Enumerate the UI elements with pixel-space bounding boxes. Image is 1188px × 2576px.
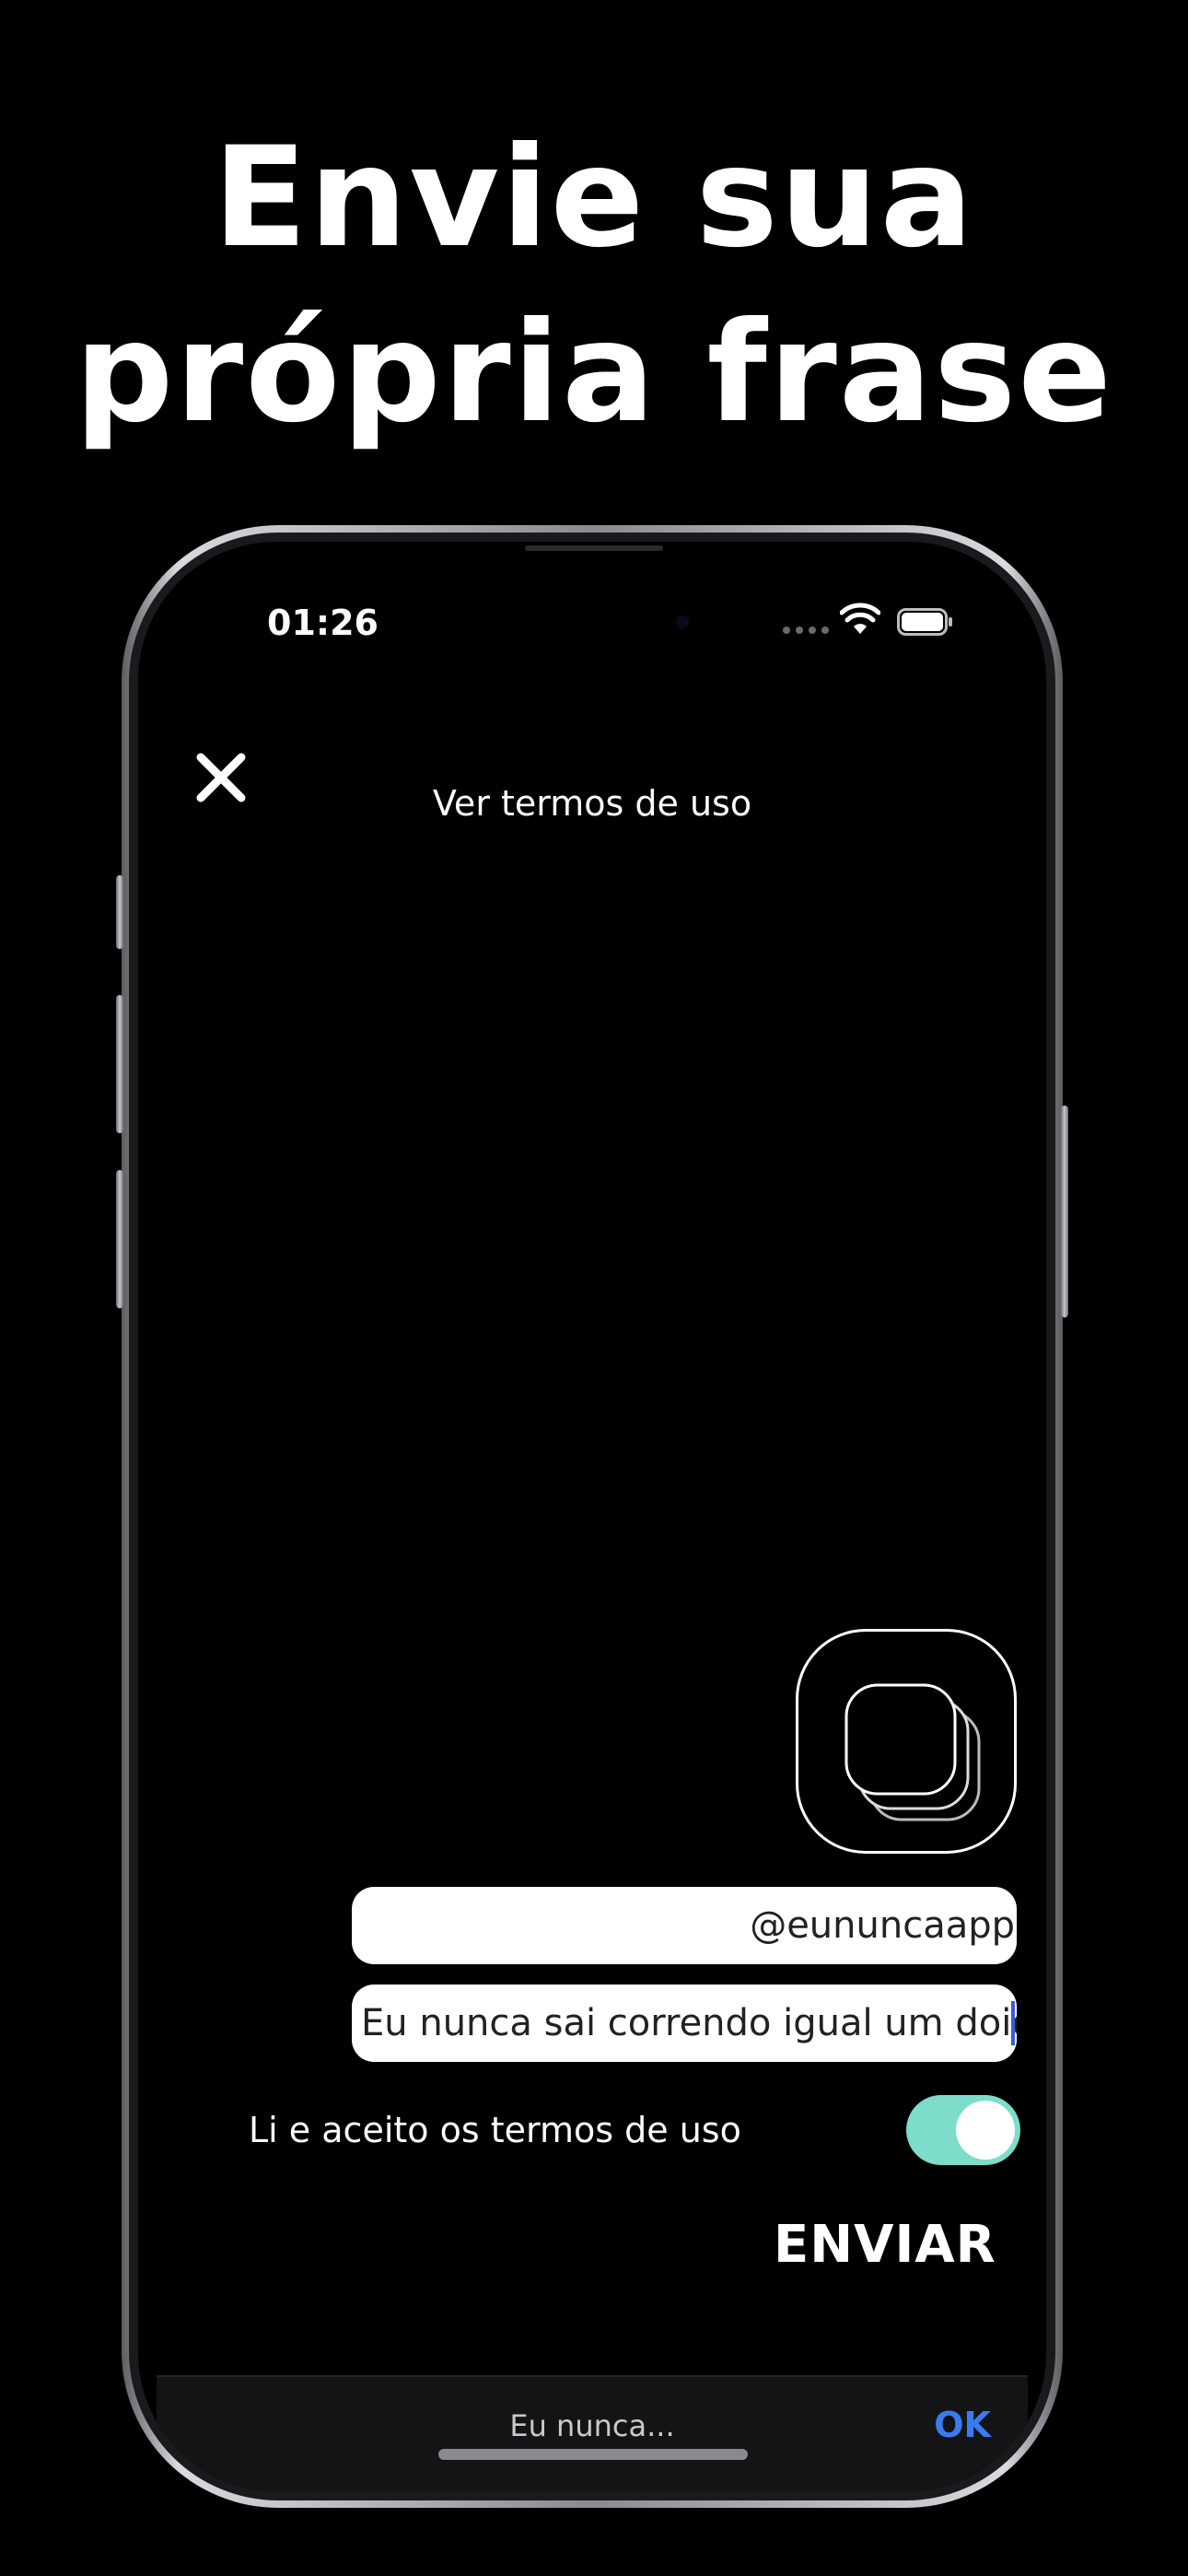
accept-terms-toggle[interactable] — [906, 2095, 1020, 2165]
send-button[interactable]: ENVIAR — [774, 2215, 996, 2275]
keyboard-accessory-bar: Eu nunca... OK — [157, 2375, 1028, 2491]
username-field[interactable]: @eununcaapp — [352, 1887, 1017, 1964]
cards-stack-icon[interactable] — [796, 1629, 1017, 1854]
wifi-icon — [840, 603, 880, 634]
phone-side-button-power — [1061, 1106, 1068, 1317]
earpiece-speaker — [525, 545, 663, 551]
phrase-field[interactable]: Eu nunca sai correndo igual um doido — [352, 1985, 1017, 2062]
phone-side-button-volume-down — [116, 1170, 123, 1308]
status-time: 01:26 — [267, 603, 379, 643]
phone-screen: 01:26 Ver termos de uso @eununcaapp Eu n… — [138, 542, 1046, 2491]
keyboard-suggestion[interactable]: Eu nunca... — [157, 2408, 1028, 2443]
home-indicator[interactable] — [438, 2449, 748, 2460]
front-camera — [676, 615, 689, 628]
battery-icon — [897, 608, 952, 636]
accept-terms-label: Li e aceito os termos de uso — [249, 2110, 741, 2150]
terms-of-use-link[interactable]: Ver termos de uso — [138, 783, 1046, 824]
phone-side-button-volume-up — [116, 995, 123, 1133]
headline-line-2: própria frase — [74, 293, 1114, 453]
keyboard-ok-button[interactable]: OK — [934, 2405, 991, 2445]
headline-line-1: Envie sua — [213, 118, 975, 278]
headline: Envie sua própria frase — [0, 111, 1188, 461]
phrase-field-text: Eu nunca sai correndo igual um doido — [361, 2002, 1017, 2044]
signal-dots-icon — [783, 626, 829, 634]
toggle-knob — [956, 2101, 1015, 2160]
text-caret — [1011, 2001, 1015, 2045]
phone-side-button-mute — [116, 875, 123, 949]
